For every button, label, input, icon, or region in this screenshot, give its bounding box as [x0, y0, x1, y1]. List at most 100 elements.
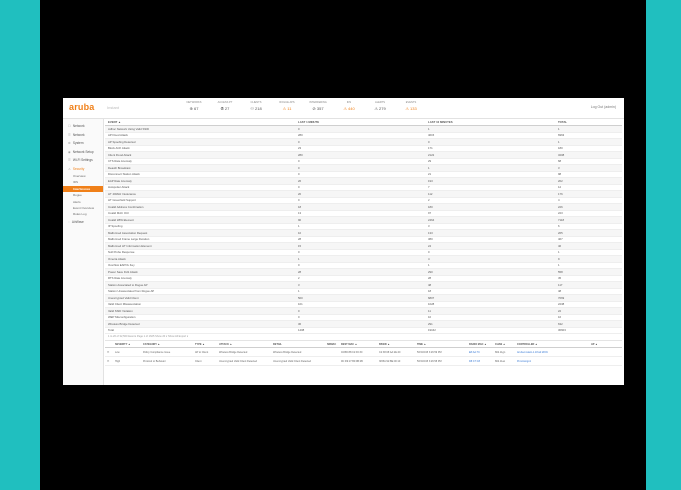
column-header[interactable]: SEVERITY ▲ — [113, 340, 141, 348]
table-cell: 5/15/2015 3:26:58 PM — [415, 356, 467, 366]
table-cell: Low — [113, 347, 141, 357]
column-header[interactable]: CONTROLLER ▲ — [515, 340, 589, 348]
table-cell — [325, 347, 339, 357]
sidebar-item-label: Network — [72, 132, 85, 137]
shield-icon: ⚠ — [68, 166, 71, 171]
table-cell: Aruba-Instant-1.18:a2:d8:8c — [515, 347, 589, 357]
stat-label: CLIENTS — [250, 101, 262, 104]
column-header[interactable]: CATEGORY ▲ — [141, 340, 193, 348]
sidebar-item-network[interactable]: ☐ Network — [63, 122, 103, 131]
stat-label: ALERTS — [374, 101, 386, 104]
stat-label: IDS — [346, 101, 352, 104]
table-cell: 802.11ac — [493, 356, 515, 366]
table-cell: Total — [105, 327, 295, 334]
stat-networks[interactable]: NETWORKS ⊕ 67 — [180, 101, 208, 116]
table-cell: Unencrypted Valid Client Detected — [217, 356, 271, 366]
table-cell: 802.11gn — [493, 347, 515, 357]
sidebar-item-network-2[interactable]: ☰ Network — [63, 131, 103, 140]
table-cell: Unencrypted Valid Client Detected — [271, 356, 325, 366]
stat-access-points[interactable]: ACCESS PT ⦾ 27 — [211, 101, 239, 116]
sidebar-item-label: Network Setup — [72, 149, 94, 154]
table-cell — [589, 356, 622, 366]
column-header[interactable]: CHAN ▲ — [493, 340, 515, 348]
sidebar-item-label: AirWave — [71, 219, 84, 224]
table-cell: Protocol or Behavior — [141, 356, 193, 366]
top-bar: aruba Instant NETWORKS ⊕ 67 ACCESS PT ⦾ … — [63, 98, 624, 119]
table-cell: 5/15/2015 3:26:59 PM — [415, 347, 467, 357]
column-header[interactable]: DEST MAC ▲ — [339, 340, 377, 348]
column-header[interactable]: TIME ▲ — [415, 340, 467, 348]
main-content: EVENT ▲ LAST 1 MINUTE LAST 10 MINUTES TOTAL… — [105, 119, 622, 385]
table-row[interactable]: ☐ Low Policy Compliance Issue AP to Client W… — [105, 347, 622, 357]
table-cell: Policy Compliance Issue — [141, 347, 193, 357]
column-header[interactable]: ATTACK ▲ — [217, 340, 271, 348]
table-cell: 04:BD:88:C2:F0:30 — [339, 347, 377, 357]
stat-value: ⚠ 133 — [405, 106, 417, 111]
stat-events[interactable]: EVENTS ⚠ 133 — [397, 101, 425, 116]
table-cell: Wireless Bridge Detected — [271, 347, 325, 357]
column-header[interactable]: TYPE ▲ — [193, 340, 217, 348]
table-body: Adhoc Network Using Valid SSID 0 1 1 AP Floo… — [105, 125, 622, 334]
stat-interfering[interactable]: INTERFERING ⊘ 357 — [304, 101, 332, 116]
table-cell — [589, 347, 622, 357]
column-header[interactable]: AP ▲ — [589, 340, 622, 348]
aruba-logo: aruba — [69, 102, 95, 112]
table-cell: 38:BA:92:BE:00:10 — [377, 356, 415, 366]
table-header-row: SEVERITY ▲ CATEGORY ▲ TYPE ▲ ATTACK ▲ DETAIL… — [105, 340, 622, 348]
stat-alerts[interactable]: ALERTS ⚠ 279 — [366, 101, 394, 116]
table-cell: D8:C7:C8 — [467, 356, 493, 366]
product-subtitle: Instant — [107, 105, 120, 110]
stat-label: INTERFERING — [309, 101, 327, 104]
table-cell: Wireless Bridge Detected — [217, 347, 271, 357]
sidebar-item-label: System — [72, 141, 84, 145]
column-header[interactable] — [105, 340, 113, 348]
table-row[interactable]: Total 1408 19162 30603 — [105, 327, 622, 334]
stat-value: ⊕ 67 — [189, 106, 199, 111]
stat-ids[interactable]: IDS ⚠ 440 — [335, 101, 363, 116]
table-cell: C2:38:08:AA:2E:40 — [377, 347, 415, 357]
table-cell: High — [113, 356, 141, 366]
table-cell — [325, 356, 339, 366]
stat-label: ACCESS PT — [217, 101, 233, 104]
stat-rogue-aps[interactable]: ROGUE APS ⚠ 11 — [273, 101, 301, 116]
column-header[interactable]: RADIO MAC ▲ — [467, 340, 493, 348]
stat-clients[interactable]: CLIENTS ⚇ 218 — [242, 101, 270, 116]
logout-link[interactable]: Log Out (admin) — [591, 105, 616, 109]
sidebar-item-security[interactable]: ⚠ Security — [63, 165, 103, 174]
app-window: aruba Instant NETWORKS ⊕ 67 ACCESS PT ⦾ … — [63, 98, 624, 385]
column-header[interactable]: DETAIL — [271, 340, 325, 348]
sidebar-item-label: Wi-Fi Settings — [72, 158, 93, 162]
stat-label: NETWORKS — [186, 101, 202, 104]
row-checkbox[interactable]: ☐ — [105, 347, 113, 357]
column-header[interactable]: SRMAC — [325, 340, 339, 348]
sidebar-item-label: Security — [72, 166, 85, 171]
sidebar-item-system[interactable]: ⚙ System — [63, 139, 103, 148]
stat-value: ⊘ 357 — [312, 106, 324, 111]
stat-value: ⚠ 279 — [374, 106, 386, 111]
sidebar-item-wifi-settings[interactable]: ☰ Wi-Fi Settings — [63, 156, 103, 165]
wifi-icon: ☰ — [68, 158, 71, 162]
stat-value: ⚠ 440 — [343, 106, 355, 111]
sidebar: ☐ Network ☰ Network ⚙ System ◉ Network Setup… — [63, 119, 104, 385]
stat-value: ⦾ 27 — [220, 106, 230, 111]
ids-summary-table: EVENT ▲ LAST 1 MINUTE LAST 10 MINUTES TOTAL… — [105, 119, 622, 334]
table-cell: ProvAssign1 — [515, 356, 589, 366]
stat-value: ⚠ 11 — [282, 106, 292, 111]
table-cell: E8:AA:7C — [467, 347, 493, 357]
stat-value: ⚇ 218 — [250, 106, 262, 111]
column-header[interactable]: BSSID ▲ — [377, 340, 415, 348]
gear-icon: ⚙ — [68, 141, 71, 145]
sidebar-item-airwave[interactable]: ◌ AirWave — [63, 218, 103, 227]
stat-label: ROGUE APS — [279, 101, 295, 104]
table-cell: 9C:D9:17:B0:9B:2B — [339, 356, 377, 366]
network-icon: ☐ — [68, 124, 71, 128]
table-cell: 19162 — [425, 327, 555, 334]
events-table: SEVERITY ▲ CATEGORY ▲ TYPE ▲ ATTACK ▲ DETAIL… — [105, 340, 622, 366]
sidebar-item-network-setup[interactable]: ◉ Network Setup — [63, 148, 103, 157]
table-row[interactable]: ☐ High Protocol or Behavior Client Unencrypt… — [105, 356, 622, 366]
table-cell: 1408 — [295, 327, 425, 334]
table-cell: AP to Client — [193, 347, 217, 357]
setup-icon: ◉ — [68, 149, 71, 154]
table-body: ☐ Low Policy Compliance Issue AP to Client W… — [105, 347, 622, 366]
row-checkbox[interactable]: ☐ — [105, 356, 113, 366]
